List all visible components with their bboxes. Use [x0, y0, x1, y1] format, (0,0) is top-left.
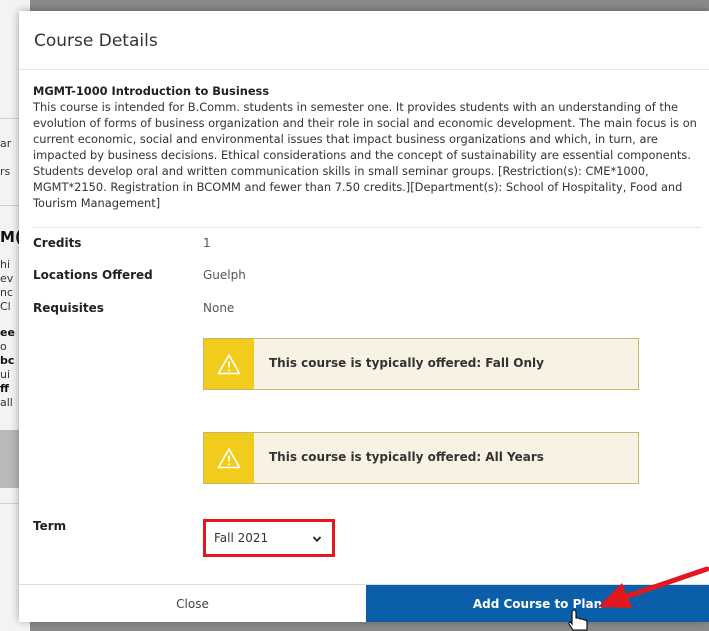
term-label: Term [33, 519, 67, 533]
course-heading: MGMT-1000 Introduction to Business [33, 84, 270, 98]
warning-icon [204, 433, 254, 483]
alert-text: This course is typically offered: All Ye… [269, 450, 544, 464]
red-arrow-annotation [598, 566, 709, 608]
requisites-label: Requisites [33, 301, 104, 315]
course-description: This course is intended for B.Comm. stud… [33, 100, 697, 210]
alert-text: This course is typically offered: Fall O… [269, 356, 544, 370]
close-button[interactable]: Close [19, 585, 366, 622]
background-text: ff [0, 382, 9, 395]
course-details-modal: Course Details MGMT-1000 Introduction to… [19, 11, 709, 622]
requisites-value: None [203, 301, 235, 315]
locations-label: Locations Offered [33, 268, 153, 282]
background-text: bc [0, 354, 15, 367]
credits-label: Credits [33, 236, 82, 250]
background-text: Cl [0, 300, 11, 313]
modal-title: Course Details [34, 31, 158, 51]
term-selected-value: Fall 2021 [214, 531, 269, 545]
term-select-highlight: Fall 2021 [203, 519, 335, 557]
credits-value: 1 [203, 236, 211, 250]
offered-term-alert: This course is typically offered: Fall O… [203, 338, 639, 390]
warning-icon [204, 339, 254, 389]
chevron-down-icon [312, 533, 322, 547]
background-text: ev [0, 272, 14, 285]
term-select[interactable]: Fall 2021 [214, 531, 326, 553]
background-text: ar [0, 137, 12, 150]
background-text: nc [0, 286, 14, 299]
background-text: ee [0, 326, 15, 339]
section-divider [33, 227, 701, 228]
course-description-block: MGMT-1000 Introduction to Business This … [33, 83, 701, 211]
offered-years-alert: This course is typically offered: All Ye… [203, 432, 639, 484]
background-text: hi [0, 258, 11, 271]
hand-cursor-icon [568, 609, 588, 631]
locations-value: Guelph [203, 268, 246, 282]
background-text: rs [0, 165, 11, 178]
modal-header: Course Details [19, 11, 709, 70]
background-text: ui [0, 368, 11, 381]
background-text: o [0, 340, 7, 353]
background-text: all [0, 396, 13, 409]
